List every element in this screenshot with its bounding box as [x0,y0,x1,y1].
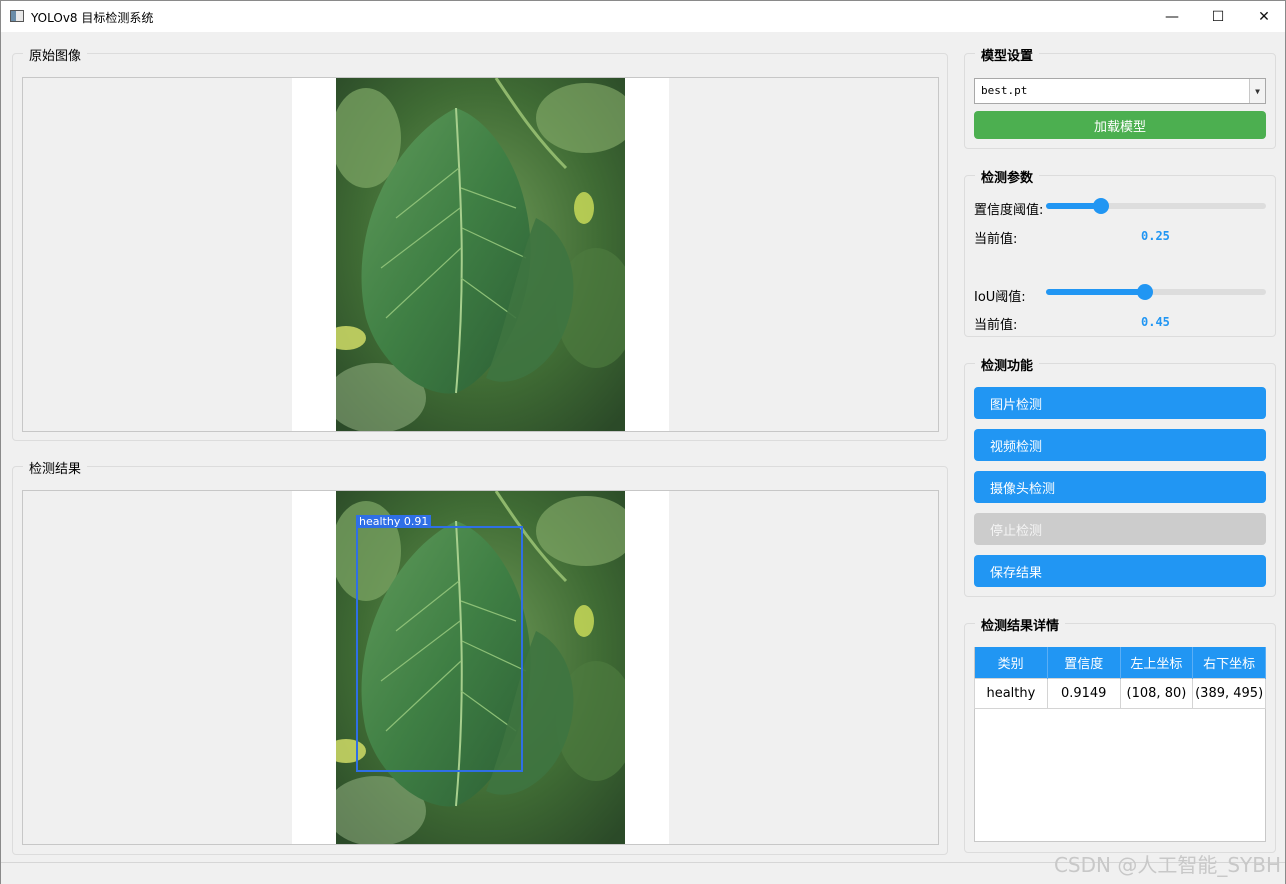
stop-detect-button[interactable]: 停止检测 [974,513,1266,545]
confidence-value: 0.25 [1141,229,1170,243]
confidence-label: 置信度阈值: [974,203,1044,218]
result-table[interactable]: 类别 置信度 左上坐标 右下坐标 healthy 0.9149 (108, 80… [974,647,1266,709]
close-button[interactable]: ✕ [1241,1,1286,32]
result-image-title: 检测结果 [23,458,88,477]
table-row[interactable]: healthy 0.9149 (108, 80) (389, 495) [974,677,1266,709]
watermark: CSDN @人工智能_SYBH [1053,853,1281,877]
iou-label: IoU阈值: [974,290,1026,305]
chevron-down-icon[interactable]: ▼ [1249,79,1265,103]
detection-bounding-box [356,526,523,772]
app-window: YOLOv8 目标检测系统 — ☐ ✕ 原始图像 检测结果 healthy 0.… [0,0,1286,884]
leaf-image [336,78,625,431]
original-image-frame [22,77,939,432]
result-leaf-image: healthy 0.91 [336,491,625,844]
detection-label: healthy 0.91 [356,515,432,528]
minimize-button[interactable]: — [1149,1,1195,32]
camera-detect-button[interactable]: 摄像头检测 [974,471,1266,503]
window-title: YOLOv8 目标检测系统 [31,11,154,25]
detection-functions-title: 检测功能 [975,355,1040,374]
image-detect-button[interactable]: 图片检测 [974,387,1266,419]
column-header-top-left[interactable]: 左上坐标 [1120,647,1194,678]
detection-params-title: 检测参数 [975,167,1040,186]
leaf-photo-graphic [336,78,625,431]
cell-top-left[interactable]: (108, 80) [1119,677,1194,709]
model-select-value: best.pt [981,84,1028,97]
confidence-slider[interactable] [1046,198,1266,214]
title-bar: YOLOv8 目标检测系统 — ☐ ✕ [1,1,1285,32]
original-image-title: 原始图像 [23,45,88,64]
result-details-title: 检测结果详情 [975,615,1066,634]
cell-confidence[interactable]: 0.9149 [1046,677,1121,709]
iou-slider-handle[interactable] [1137,284,1153,300]
app-icon [10,10,24,22]
result-image-frame: healthy 0.91 [22,490,939,845]
model-select[interactable]: best.pt ▼ [974,78,1266,104]
iou-value: 0.45 [1141,315,1170,329]
column-header-bottom-right[interactable]: 右下坐标 [1192,647,1266,678]
video-detect-button[interactable]: 视频检测 [974,429,1266,461]
iou-current-label: 当前值: [974,318,1018,333]
load-model-button[interactable]: 加载模型 [974,111,1266,139]
table-header-row: 类别 置信度 左上坐标 右下坐标 [974,647,1266,678]
model-settings-title: 模型设置 [975,45,1040,64]
iou-slider[interactable] [1046,284,1266,300]
save-result-button[interactable]: 保存结果 [974,555,1266,587]
cell-bottom-right[interactable]: (389, 495) [1192,677,1266,709]
column-header-confidence[interactable]: 置信度 [1047,647,1121,678]
maximize-button[interactable]: ☐ [1195,1,1241,32]
confidence-slider-handle[interactable] [1093,198,1109,214]
iou-slider-fill [1046,289,1145,295]
cell-class[interactable]: healthy [974,677,1048,709]
confidence-current-label: 当前值: [974,232,1018,247]
column-header-class[interactable]: 类别 [974,647,1048,678]
